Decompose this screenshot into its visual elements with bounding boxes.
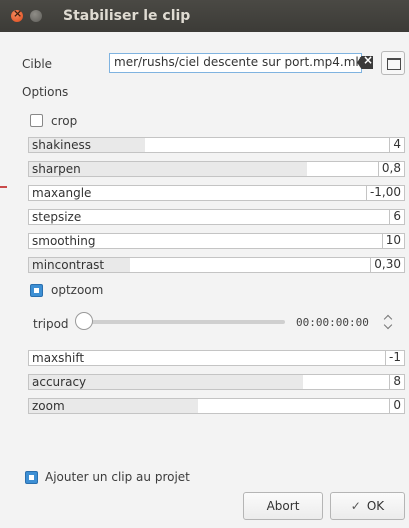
ok-button[interactable]: ✓ OK: [330, 492, 405, 520]
optzoom-checkbox[interactable]: [30, 284, 43, 297]
param-value[interactable]: 0: [389, 399, 404, 413]
crop-checkbox[interactable]: [30, 114, 43, 127]
abort-button-label: Abort: [266, 499, 300, 513]
chevron-down-icon[interactable]: [383, 320, 393, 330]
browse-button[interactable]: [381, 51, 405, 75]
tripod-slider-handle[interactable]: [75, 312, 93, 330]
param-value[interactable]: -1,00: [365, 186, 404, 200]
param-zoom[interactable]: zoom 0: [28, 398, 405, 414]
param-value[interactable]: 10: [381, 234, 404, 248]
param-maxshift[interactable]: maxshift -1: [28, 350, 405, 366]
check-icon: ✓: [350, 499, 361, 513]
param-name: smoothing: [32, 234, 96, 248]
add-to-project-checkbox[interactable]: [25, 471, 38, 484]
background-arrow: [0, 186, 7, 188]
param-value[interactable]: 6: [389, 210, 404, 224]
close-window-button[interactable]: [11, 7, 23, 22]
param-value[interactable]: 0,8: [377, 162, 404, 176]
param-maxangle[interactable]: maxangle -1,00: [28, 185, 405, 201]
target-label: Cible: [22, 57, 53, 71]
param-shakiness[interactable]: shakiness 4: [28, 137, 405, 153]
minimize-window-button[interactable]: [30, 10, 42, 22]
param-name: accuracy: [32, 375, 87, 389]
add-to-project-label: Ajouter un clip au projet: [45, 470, 190, 484]
tripod-label: tripod: [33, 317, 69, 331]
param-name: maxshift: [32, 351, 85, 365]
title-bar: Stabiliser le clip: [0, 0, 409, 32]
folder-icon: [387, 58, 401, 70]
param-smoothing[interactable]: smoothing 10: [28, 233, 405, 249]
abort-button[interactable]: Abort: [243, 492, 323, 520]
param-sharpen[interactable]: sharpen 0,8: [28, 161, 405, 177]
param-value[interactable]: 4: [389, 138, 404, 152]
window-title: Stabiliser le clip: [63, 8, 191, 24]
param-mincontrast[interactable]: mincontrast 0,30: [28, 257, 405, 273]
param-stepsize[interactable]: stepsize 6: [28, 209, 405, 225]
target-field[interactable]: mer/rushs/ciel descente sur port.mp4.mlt: [109, 53, 362, 73]
crop-label: crop: [51, 114, 78, 128]
options-label: Options: [22, 85, 69, 99]
ok-button-label: OK: [366, 499, 385, 513]
tripod-slider-track[interactable]: [80, 320, 285, 324]
param-name: shakiness: [32, 138, 91, 152]
tripod-timecode[interactable]: 00:00:00:00: [296, 316, 369, 329]
param-name: mincontrast: [32, 258, 105, 272]
param-value[interactable]: -1: [385, 351, 404, 365]
timecode-spinner[interactable]: [383, 313, 395, 333]
optzoom-label: optzoom: [51, 283, 104, 297]
param-name: maxangle: [32, 186, 92, 200]
param-accuracy[interactable]: accuracy 8: [28, 374, 405, 390]
param-name: stepsize: [32, 210, 82, 224]
param-value[interactable]: 8: [389, 375, 404, 389]
param-name: sharpen: [32, 162, 81, 176]
param-name: zoom: [32, 399, 65, 413]
param-value[interactable]: 0,30: [370, 258, 404, 272]
